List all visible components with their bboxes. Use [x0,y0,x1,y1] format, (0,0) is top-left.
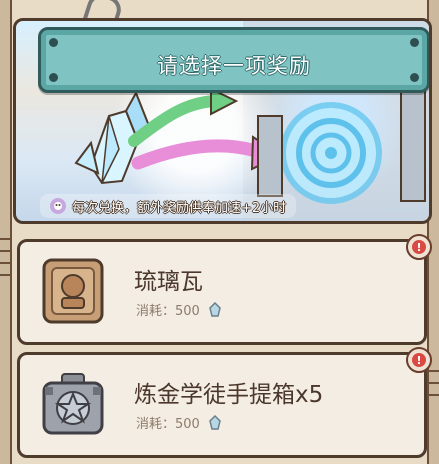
swirl-portal-icon [280,102,382,204]
reward-card[interactable]: 炼金学徒手提箱x5 消耗：500 ! [17,347,432,458]
frame-tick [0,262,10,264]
bonus-info: 每次兑换，额外奖励供奉加速+2小时 [40,194,297,218]
frame-tick [429,382,439,384]
reward-cost: 消耗：500 [136,300,222,319]
cost-label: 消耗：500 [136,304,200,319]
arrow-green [128,87,239,147]
reward-select-screen: 请选择一项奖励 每次兑换，额外奖励供奉加速+2小时 琉璃瓦 消耗：500 ! 炼… [0,0,439,464]
reward-banner: 请选择一项奖励 每次兑换，额外奖励供奉加速+2小时 [13,18,432,224]
page-title: 请选择一项奖励 [157,54,311,78]
bolt-icon [49,38,58,47]
frame-tick [0,238,10,240]
crystal-icon [208,414,221,430]
alert-mark: ! [412,240,426,254]
alert-icon[interactable]: ! [406,234,432,260]
bolt-icon [410,38,419,47]
bonus-text: 每次兑换，额外奖励供奉加速+2小时 [72,200,287,216]
glazed-tile-icon [38,256,108,326]
stone-pillar [257,115,283,197]
frame-tick [429,394,439,396]
frame-tick [0,274,10,276]
crystal-icon [208,301,221,317]
left-frame [0,0,12,464]
reward-name: 琉璃瓦 [134,269,203,295]
alchemy-suitcase-icon [38,369,108,439]
alert-mark: ! [412,353,426,367]
cost-label: 消耗：500 [136,417,200,432]
reward-cost: 消耗：500 [136,413,222,432]
reward-name: 炼金学徒手提箱x5 [134,382,324,408]
alert-icon[interactable]: ! [406,347,432,373]
reward-card[interactable]: 琉璃瓦 消耗：500 ! [17,234,432,345]
frame-tick [429,370,439,372]
title-plate: 请选择一项奖励 [38,27,429,93]
spirit-icon [50,198,66,214]
frame-tick [0,250,10,252]
stone-pillar [400,80,426,202]
